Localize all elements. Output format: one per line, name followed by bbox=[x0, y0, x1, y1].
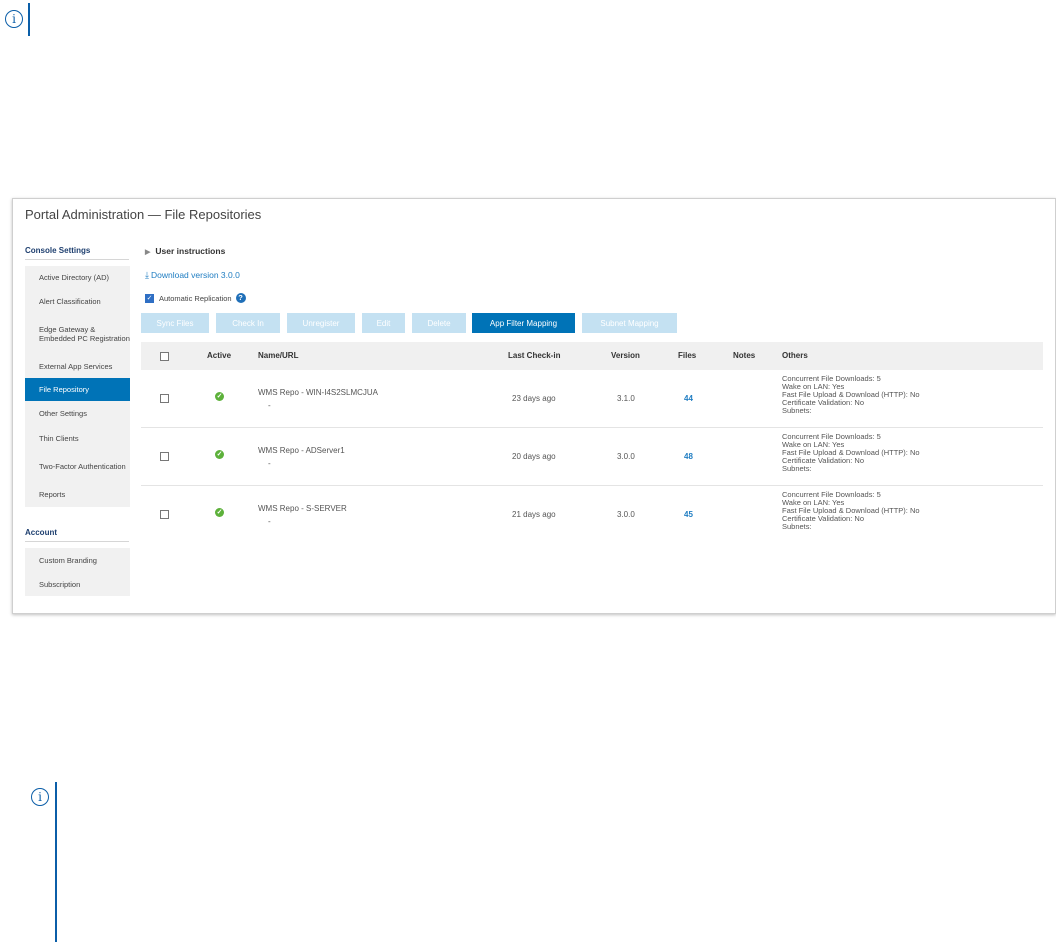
sidebar-item-subscription[interactable]: Subscription bbox=[25, 572, 130, 596]
download-link-label: Download version 3.0.0 bbox=[150, 270, 240, 280]
version: 3.1.0 bbox=[617, 394, 635, 403]
active-check-icon: ✓ bbox=[215, 392, 224, 401]
header-last-checkin: Last Check-in bbox=[508, 351, 561, 360]
table-row: ✓ WMS Repo - ADServer1 - 20 days ago 3.0… bbox=[141, 428, 1043, 486]
table-row: ✓ WMS Repo - S-SERVER - 21 days ago 3.0.… bbox=[141, 486, 1043, 543]
repo-name: WMS Repo - S-SERVER bbox=[258, 504, 347, 513]
header-name-url: Name/URL bbox=[258, 351, 299, 360]
active-check-icon: ✓ bbox=[215, 450, 224, 459]
sidebar-account-list: Custom Branding Subscription bbox=[25, 548, 130, 596]
sidebar-heading-console-settings: Console Settings bbox=[25, 246, 129, 260]
edit-button[interactable]: Edit bbox=[362, 313, 405, 333]
row-checkbox[interactable] bbox=[160, 510, 169, 519]
portal-screenshot: Portal Administration — File Repositorie… bbox=[12, 198, 1056, 614]
automatic-replication-label: Automatic Replication bbox=[159, 293, 232, 303]
repo-url: - bbox=[268, 401, 271, 410]
sidebar-item-thin-clients[interactable]: Thin Clients bbox=[25, 426, 130, 450]
sidebar-heading-account: Account bbox=[25, 528, 129, 542]
last-checkin: 20 days ago bbox=[512, 452, 556, 461]
sync-files-button[interactable]: Sync Files bbox=[141, 313, 209, 333]
select-all-checkbox[interactable] bbox=[160, 352, 169, 361]
unregister-button[interactable]: Unregister bbox=[287, 313, 355, 333]
check-in-button[interactable]: Check In bbox=[216, 313, 280, 333]
repo-name: WMS Repo - ADServer1 bbox=[258, 446, 345, 455]
version: 3.0.0 bbox=[617, 510, 635, 519]
info-icon: i bbox=[5, 10, 23, 28]
header-active: Active bbox=[207, 351, 232, 360]
delete-button[interactable]: Delete bbox=[412, 313, 466, 333]
table-row: ✓ WMS Repo - WIN-I4S2SLMCJUA - 23 days a… bbox=[141, 370, 1043, 428]
header-notes: Notes bbox=[733, 351, 756, 360]
sidebar-item-edge-gateway[interactable]: Edge Gateway & Embedded PC Registration bbox=[25, 313, 130, 355]
note-bar bbox=[55, 782, 57, 942]
repo-name: WMS Repo - WIN-I4S2SLMCJUA bbox=[258, 388, 379, 397]
caret-right-icon: ▶ bbox=[145, 249, 151, 256]
others-info: Concurrent File Downloads: 5 Wake on LAN… bbox=[782, 375, 920, 415]
sidebar-item-two-factor-authentication[interactable]: Two-Factor Authentication bbox=[25, 450, 130, 482]
app-filter-mapping-button[interactable]: App Filter Mapping bbox=[472, 313, 575, 333]
info-icon: i bbox=[31, 788, 49, 806]
sidebar-item-other-settings[interactable]: Other Settings bbox=[25, 401, 130, 426]
header-version: Version bbox=[611, 351, 640, 360]
subnets: Subnets: bbox=[782, 522, 812, 531]
version: 3.0.0 bbox=[617, 452, 635, 461]
user-instructions-toggle[interactable]: ▶ User instructions bbox=[145, 246, 225, 256]
others-info: Concurrent File Downloads: 5 Wake on LAN… bbox=[782, 491, 920, 531]
sidebar-console-list: Active Directory (AD) Alert Classificati… bbox=[25, 266, 130, 507]
files-count-link[interactable]: 44 bbox=[684, 394, 693, 403]
last-checkin: 21 days ago bbox=[512, 510, 556, 519]
sidebar-item-reports[interactable]: Reports bbox=[25, 482, 130, 507]
automatic-replication: ✓ Automatic Replication ? bbox=[145, 293, 246, 303]
subnet-mapping-button[interactable]: Subnet Mapping bbox=[582, 313, 677, 333]
others-info: Concurrent File Downloads: 5 Wake on LAN… bbox=[782, 433, 920, 473]
help-icon[interactable]: ? bbox=[235, 293, 246, 303]
automatic-replication-checkbox[interactable]: ✓ bbox=[145, 293, 154, 303]
user-instructions-label: User instructions bbox=[155, 246, 226, 256]
header-others: Others bbox=[782, 351, 808, 360]
note-bar bbox=[28, 3, 30, 36]
subnets: Subnets: bbox=[782, 406, 812, 415]
subnets: Subnets: bbox=[782, 464, 812, 473]
files-count-link[interactable]: 45 bbox=[684, 510, 693, 519]
header-files: Files bbox=[678, 351, 697, 360]
repositories-table: Active Name/URL Last Check-in Version Fi… bbox=[141, 342, 1043, 543]
repo-url: - bbox=[268, 517, 271, 526]
row-checkbox[interactable] bbox=[160, 452, 169, 461]
last-checkin: 23 days ago bbox=[512, 394, 556, 403]
sidebar-item-external-app-services[interactable]: External App Services bbox=[25, 355, 130, 378]
sidebar-item-alert-classification[interactable]: Alert Classification bbox=[25, 289, 130, 313]
sidebar-item-active-directory[interactable]: Active Directory (AD) bbox=[25, 266, 130, 289]
download-link[interactable]: ⤓ Download version 3.0.0 bbox=[145, 270, 240, 281]
table-header: Active Name/URL Last Check-in Version Fi… bbox=[141, 342, 1043, 370]
active-check-icon: ✓ bbox=[215, 508, 224, 517]
sidebar-item-file-repository[interactable]: File Repository bbox=[25, 378, 130, 401]
sidebar-item-custom-branding[interactable]: Custom Branding bbox=[25, 548, 130, 572]
page-title: Portal Administration — File Repositorie… bbox=[25, 207, 262, 222]
repo-url: - bbox=[268, 459, 271, 468]
files-count-link[interactable]: 48 bbox=[684, 452, 693, 461]
row-checkbox[interactable] bbox=[160, 394, 169, 403]
download-icon: ⤓ bbox=[145, 270, 149, 280]
